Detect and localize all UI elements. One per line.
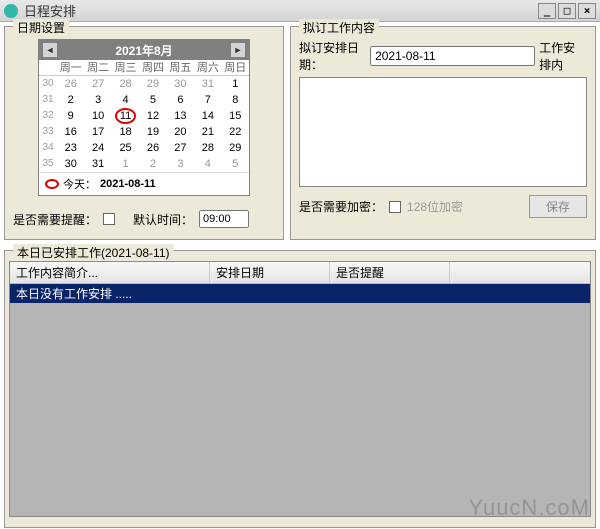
calendar-footer[interactable]: 今天： 2021-08-11: [39, 172, 249, 195]
column-summary[interactable]: 工作内容简介...: [10, 262, 210, 283]
work-arrange-label: 工作安排内: [539, 39, 587, 73]
calendar-day[interactable]: 12: [139, 108, 166, 124]
calendar-week-num: 31: [39, 92, 57, 108]
calendar-day[interactable]: 31: [194, 76, 221, 92]
calendar-week-num: 30: [39, 76, 57, 92]
calendar-day[interactable]: 3: [167, 156, 194, 172]
work-content-group: 拟订工作内容 拟订安排日期： 工作安排内 是否需要加密： 128位加密 保存: [290, 26, 596, 240]
list-body: 本日没有工作安排 .....: [10, 284, 590, 517]
plan-date-label: 拟订安排日期：: [299, 39, 366, 73]
work-content-textarea[interactable]: [299, 77, 587, 187]
date-group-title: 日期设置: [13, 19, 69, 36]
encrypt-option-label: 128位加密: [407, 198, 463, 215]
date-settings-group: 日期设置 ◄ 2021年8月 ► 周一周二周三周四周五周六周日302627282…: [4, 26, 284, 240]
column-date[interactable]: 安排日期: [210, 262, 330, 283]
plan-date-input[interactable]: [370, 46, 535, 66]
calendar-day[interactable]: 24: [84, 140, 111, 156]
today-circle-icon: [45, 179, 59, 189]
calendar-dow: 周二: [84, 60, 111, 76]
calendar-day[interactable]: 18: [112, 124, 139, 140]
calendar-day[interactable]: 29: [222, 140, 249, 156]
watermark: YuucN.coM: [469, 495, 591, 521]
calendar-day[interactable]: 2: [57, 92, 84, 108]
prev-month-button[interactable]: ◄: [43, 43, 57, 57]
calendar-day[interactable]: 20: [167, 124, 194, 140]
calendar-day[interactable]: 26: [139, 140, 166, 156]
calendar-day[interactable]: 28: [194, 140, 221, 156]
calendar-day[interactable]: 25: [112, 140, 139, 156]
calendar-day[interactable]: 29: [139, 76, 166, 92]
calendar-day[interactable]: 1: [112, 156, 139, 172]
calendar-day[interactable]: 9: [57, 108, 84, 124]
calendar-day[interactable]: 14: [194, 108, 221, 124]
list-header: 工作内容简介... 安排日期 是否提醒: [10, 262, 590, 284]
calendar-header: ◄ 2021年8月 ►: [39, 40, 249, 60]
calendar-day[interactable]: 1: [222, 76, 249, 92]
calendar-title[interactable]: 2021年8月: [115, 42, 172, 59]
calendar-day[interactable]: 27: [84, 76, 111, 92]
calendar-day[interactable]: 3: [84, 92, 111, 108]
calendar-day[interactable]: 2: [139, 156, 166, 172]
calendar-day[interactable]: 7: [194, 92, 221, 108]
calendar-week-num: 35: [39, 156, 57, 172]
calendar-day[interactable]: 23: [57, 140, 84, 156]
calendar-week-num: 32: [39, 108, 57, 124]
default-time-label: 默认时间：: [133, 211, 193, 228]
calendar-day[interactable]: 8: [222, 92, 249, 108]
scheduled-work-group: 本日已安排工作(2021-08-11) 工作内容简介... 安排日期 是否提醒 …: [4, 250, 596, 528]
calendar-week-num: 33: [39, 124, 57, 140]
calendar-day[interactable]: 5: [139, 92, 166, 108]
calendar-day[interactable]: 31: [84, 156, 111, 172]
calendar-day[interactable]: 10: [84, 108, 111, 124]
calendar-day[interactable]: 30: [57, 156, 84, 172]
calendar-day[interactable]: 15: [222, 108, 249, 124]
remind-label: 是否需要提醒：: [13, 211, 97, 228]
calendar-day[interactable]: 11: [112, 108, 139, 124]
app-icon: [4, 4, 18, 18]
calendar: ◄ 2021年8月 ► 周一周二周三周四周五周六周日30262728293031…: [38, 39, 250, 196]
minimize-button[interactable]: _: [538, 3, 556, 19]
remind-checkbox[interactable]: [103, 213, 115, 225]
calendar-dow: 周六: [194, 60, 221, 76]
calendar-dow: 周三: [112, 60, 139, 76]
next-month-button[interactable]: ►: [231, 43, 245, 57]
work-list: 工作内容简介... 安排日期 是否提醒 本日没有工作安排 .....: [9, 261, 591, 517]
calendar-day[interactable]: 4: [112, 92, 139, 108]
encrypt-checkbox[interactable]: [389, 201, 401, 213]
calendar-day[interactable]: 27: [167, 140, 194, 156]
today-value: 2021-08-11: [100, 178, 156, 190]
calendar-day[interactable]: 22: [222, 124, 249, 140]
calendar-day[interactable]: 6: [167, 92, 194, 108]
calendar-day[interactable]: 16: [57, 124, 84, 140]
calendar-week-num: 34: [39, 140, 57, 156]
calendar-day[interactable]: 19: [139, 124, 166, 140]
calendar-dow: 周四: [139, 60, 166, 76]
window-title: 日程安排: [24, 1, 76, 20]
calendar-dow: 周一: [57, 60, 84, 76]
calendar-day[interactable]: 13: [167, 108, 194, 124]
calendar-dow: 周日: [222, 60, 249, 76]
list-row-empty[interactable]: 本日没有工作安排 .....: [10, 284, 590, 303]
default-time-input[interactable]: [199, 210, 249, 228]
maximize-button[interactable]: □: [558, 3, 576, 19]
save-button[interactable]: 保存: [529, 195, 587, 218]
calendar-day[interactable]: 5: [222, 156, 249, 172]
calendar-day[interactable]: 21: [194, 124, 221, 140]
today-label: 今天：: [63, 176, 96, 192]
calendar-day[interactable]: 4: [194, 156, 221, 172]
scheduled-work-title: 本日已安排工作(2021-08-11): [13, 244, 174, 261]
calendar-day[interactable]: 28: [112, 76, 139, 92]
work-group-title: 拟订工作内容: [299, 19, 379, 36]
calendar-day[interactable]: 30: [167, 76, 194, 92]
close-button[interactable]: ×: [578, 3, 596, 19]
column-remind[interactable]: 是否提醒: [330, 262, 450, 283]
calendar-day[interactable]: 17: [84, 124, 111, 140]
encrypt-label: 是否需要加密：: [299, 198, 383, 215]
calendar-day[interactable]: 26: [57, 76, 84, 92]
calendar-dow: 周五: [167, 60, 194, 76]
